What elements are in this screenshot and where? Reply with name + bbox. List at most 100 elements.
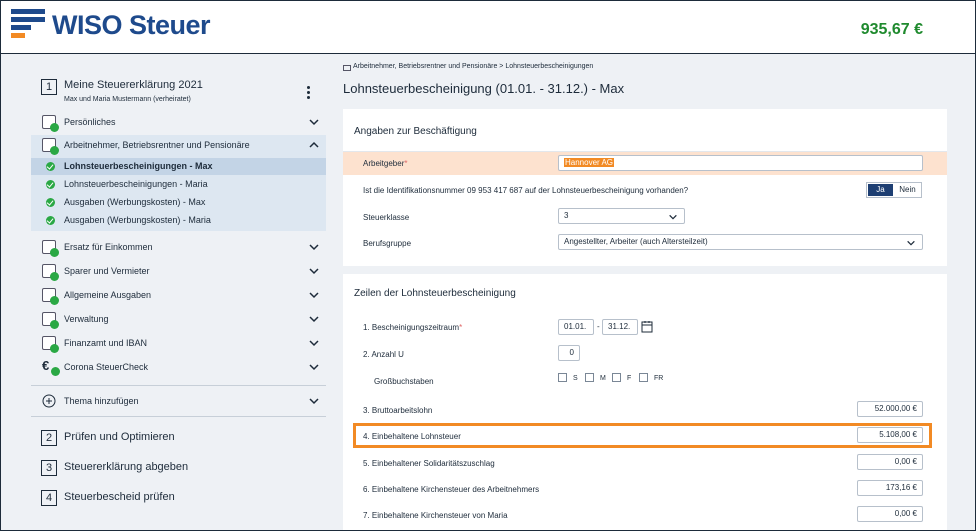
sidebar-subitem-wage-cert-max[interactable]: Lohnsteuerbescheinigungen - Max bbox=[31, 158, 326, 175]
step-title: Meine Steuererklärung 2021 bbox=[64, 79, 203, 91]
chevron-down-icon[interactable] bbox=[308, 395, 320, 407]
sidebar-subitem-wage-cert-maria[interactable]: Lohnsteuerbescheinigungen - Maria bbox=[31, 176, 326, 193]
step-number: 2 bbox=[41, 430, 57, 446]
occupation-group-select[interactable]: Angestellter, Arbeiter (auch Altersteilz… bbox=[558, 234, 923, 250]
divider bbox=[31, 385, 326, 386]
checkbox-m[interactable] bbox=[585, 373, 594, 382]
period-to-input[interactable]: 31.12. bbox=[602, 319, 638, 335]
sidebar-item-employees[interactable]: Arbeitnehmer, Betriebsrentner und Pensio… bbox=[31, 135, 326, 157]
hand-coin-icon bbox=[42, 240, 59, 257]
sidebar-subitem-label: Ausgaben (Werbungskosten) - Max bbox=[64, 197, 206, 207]
checkbox-s[interactable] bbox=[558, 373, 567, 382]
gross-wage-input[interactable]: 52.000,00 € bbox=[857, 401, 923, 417]
step-1-my-tax-return[interactable]: 1 Meine Steuererklärung 2021 Max und Mar… bbox=[31, 74, 326, 114]
period-label: 1. Bescheinigungszeitraum* bbox=[363, 323, 463, 332]
employer-label: Arbeitgeber* bbox=[363, 159, 408, 168]
card-title: Zeilen der Lohnsteuerbescheinigung bbox=[354, 288, 516, 299]
soli-input[interactable]: 0,00 € bbox=[857, 454, 923, 470]
yes-option[interactable]: Ja bbox=[868, 184, 893, 196]
count-u-input[interactable]: 0 bbox=[558, 345, 580, 361]
person-card-icon bbox=[42, 115, 59, 132]
taxclass-label: Steuerklasse bbox=[363, 213, 410, 222]
calculator-icon bbox=[42, 312, 59, 329]
group-label: Berufsgruppe bbox=[363, 239, 412, 248]
step-3-submit-return[interactable]: 3 Steuererklärung abgeben bbox=[31, 455, 326, 481]
id-question-label: Ist die Identifikationsnummer 09 953 417… bbox=[363, 186, 689, 195]
check-icon bbox=[46, 162, 55, 171]
chevron-down-icon bbox=[907, 240, 915, 246]
church-tax-employee-label: 6. Einbehaltene Kirchensteuer des Arbeit… bbox=[363, 485, 540, 494]
add-topic-button[interactable]: Thema hinzufügen bbox=[31, 391, 326, 413]
wiso-logo-icon bbox=[11, 9, 47, 39]
checkbox-s-label: S bbox=[573, 375, 578, 382]
sidebar-item-label: Arbeitnehmer, Betriebsrentner und Pensio… bbox=[64, 140, 250, 150]
chevron-down-icon[interactable] bbox=[308, 337, 320, 349]
step-subtitle: Max und Maria Mustermann (verheiratet) bbox=[64, 96, 191, 103]
chevron-down-icon[interactable] bbox=[308, 361, 320, 373]
calendar-icon[interactable] bbox=[641, 320, 653, 333]
chevron-down-icon[interactable] bbox=[308, 265, 320, 277]
check-icon bbox=[46, 216, 55, 225]
sidebar-item-personal[interactable]: Persönliches bbox=[31, 112, 326, 134]
sidebar-subitem-expenses-max[interactable]: Ausgaben (Werbungskosten) - Max bbox=[31, 194, 326, 211]
breadcrumb[interactable]: Arbeitnehmer, Betriebsrentner und Pensio… bbox=[353, 63, 593, 70]
checkbox-m-label: M bbox=[600, 375, 606, 382]
taxclass-select[interactable]: 3 bbox=[558, 208, 685, 224]
church-tax-employee-input[interactable]: 173,16 € bbox=[857, 480, 923, 496]
step-2-check-optimize[interactable]: 2 Prüfen und Optimieren bbox=[31, 425, 326, 451]
card-title: Angaben zur Beschäftigung bbox=[354, 126, 477, 137]
step-label: Prüfen und Optimieren bbox=[64, 431, 175, 443]
sidebar-subitem-expenses-maria[interactable]: Ausgaben (Werbungskosten) - Maria bbox=[31, 212, 326, 229]
check-icon bbox=[46, 198, 55, 207]
letters-label: Großbuchstaben bbox=[374, 377, 434, 386]
sidebar-item-corona-check[interactable]: € Corona SteuerCheck bbox=[31, 357, 326, 379]
app-window: WISO Steuer 935,67 € 1 Meine Steuererklä… bbox=[0, 0, 976, 531]
euro-icon: € bbox=[42, 358, 60, 376]
page-title: Lohnsteuerbescheinigung (01.01. - 31.12.… bbox=[343, 81, 625, 96]
sidebar-subitem-label: Lohnsteuerbescheinigungen - Maria bbox=[64, 179, 208, 189]
step-number: 4 bbox=[41, 490, 57, 506]
no-option[interactable]: Nein bbox=[895, 183, 920, 197]
sidebar-item-tax-office-iban[interactable]: Finanzamt und IBAN bbox=[31, 333, 326, 355]
period-from-input[interactable]: 01.01. bbox=[558, 319, 594, 335]
step-4-check-assessment[interactable]: 4 Steuerbescheid prüfen bbox=[31, 485, 326, 511]
chevron-down-icon[interactable] bbox=[308, 289, 320, 301]
app-header: WISO Steuer 935,67 € bbox=[1, 1, 975, 54]
sidebar-item-label: Ersatz für Einkommen bbox=[64, 242, 153, 252]
sidebar-item-label: Allgemeine Ausgaben bbox=[64, 290, 152, 300]
sidebar: 1 Meine Steuererklärung 2021 Max und Mar… bbox=[31, 65, 326, 527]
sidebar-item-savers-landlords[interactable]: Sparer und Vermieter bbox=[31, 261, 326, 283]
plus-circle-icon bbox=[42, 394, 56, 408]
employer-input[interactable]: Hannover AG bbox=[558, 155, 923, 171]
sidebar-item-administration[interactable]: Verwaltung bbox=[31, 309, 326, 331]
more-options-icon[interactable] bbox=[307, 86, 310, 101]
checkbox-fr[interactable] bbox=[639, 373, 648, 382]
sidebar-subitem-label: Ausgaben (Werbungskosten) - Maria bbox=[64, 215, 211, 225]
checkbox-fr-label: FR bbox=[654, 375, 664, 382]
wage-lines-card: Zeilen der Lohnsteuerbescheinigung 1. Be… bbox=[343, 274, 947, 530]
checkbox-f[interactable] bbox=[612, 373, 621, 382]
chevron-up-icon[interactable] bbox=[308, 139, 320, 151]
sidebar-item-label: Verwaltung bbox=[64, 314, 109, 324]
sidebar-item-general-expenses[interactable]: Allgemeine Ausgaben bbox=[31, 285, 326, 307]
step-label: Steuerbescheid prüfen bbox=[64, 491, 175, 503]
sidebar-subitem-label: Lohnsteuerbescheinigungen - Max bbox=[64, 161, 213, 171]
sidebar-item-income-replacement[interactable]: Ersatz für Einkommen bbox=[31, 237, 326, 259]
chevron-down-icon[interactable] bbox=[308, 241, 320, 253]
sidebar-item-label: Sparer und Vermieter bbox=[64, 266, 150, 276]
gross-wage-label: 3. Bruttoarbeitslohn bbox=[363, 406, 433, 415]
divider bbox=[31, 416, 326, 417]
sidebar-item-label: Persönliches bbox=[64, 117, 116, 127]
chevron-down-icon[interactable] bbox=[308, 116, 320, 128]
id-yes-no-toggle: Ja Nein bbox=[866, 182, 922, 198]
piggy-bank-icon bbox=[42, 264, 59, 281]
step-number: 1 bbox=[41, 79, 57, 95]
briefcase-icon bbox=[42, 138, 59, 155]
count-u-label: 2. Anzahl U bbox=[363, 350, 404, 359]
chevron-down-icon[interactable] bbox=[308, 313, 320, 325]
soli-label: 5. Einbehaltener Solidaritätszuschlag bbox=[363, 459, 495, 468]
sidebar-item-label: Finanzamt und IBAN bbox=[64, 338, 148, 348]
add-topic-label: Thema hinzufügen bbox=[64, 396, 139, 406]
wallet-icon bbox=[42, 288, 59, 305]
church-tax-maria-input[interactable]: 0,00 € bbox=[857, 506, 923, 522]
